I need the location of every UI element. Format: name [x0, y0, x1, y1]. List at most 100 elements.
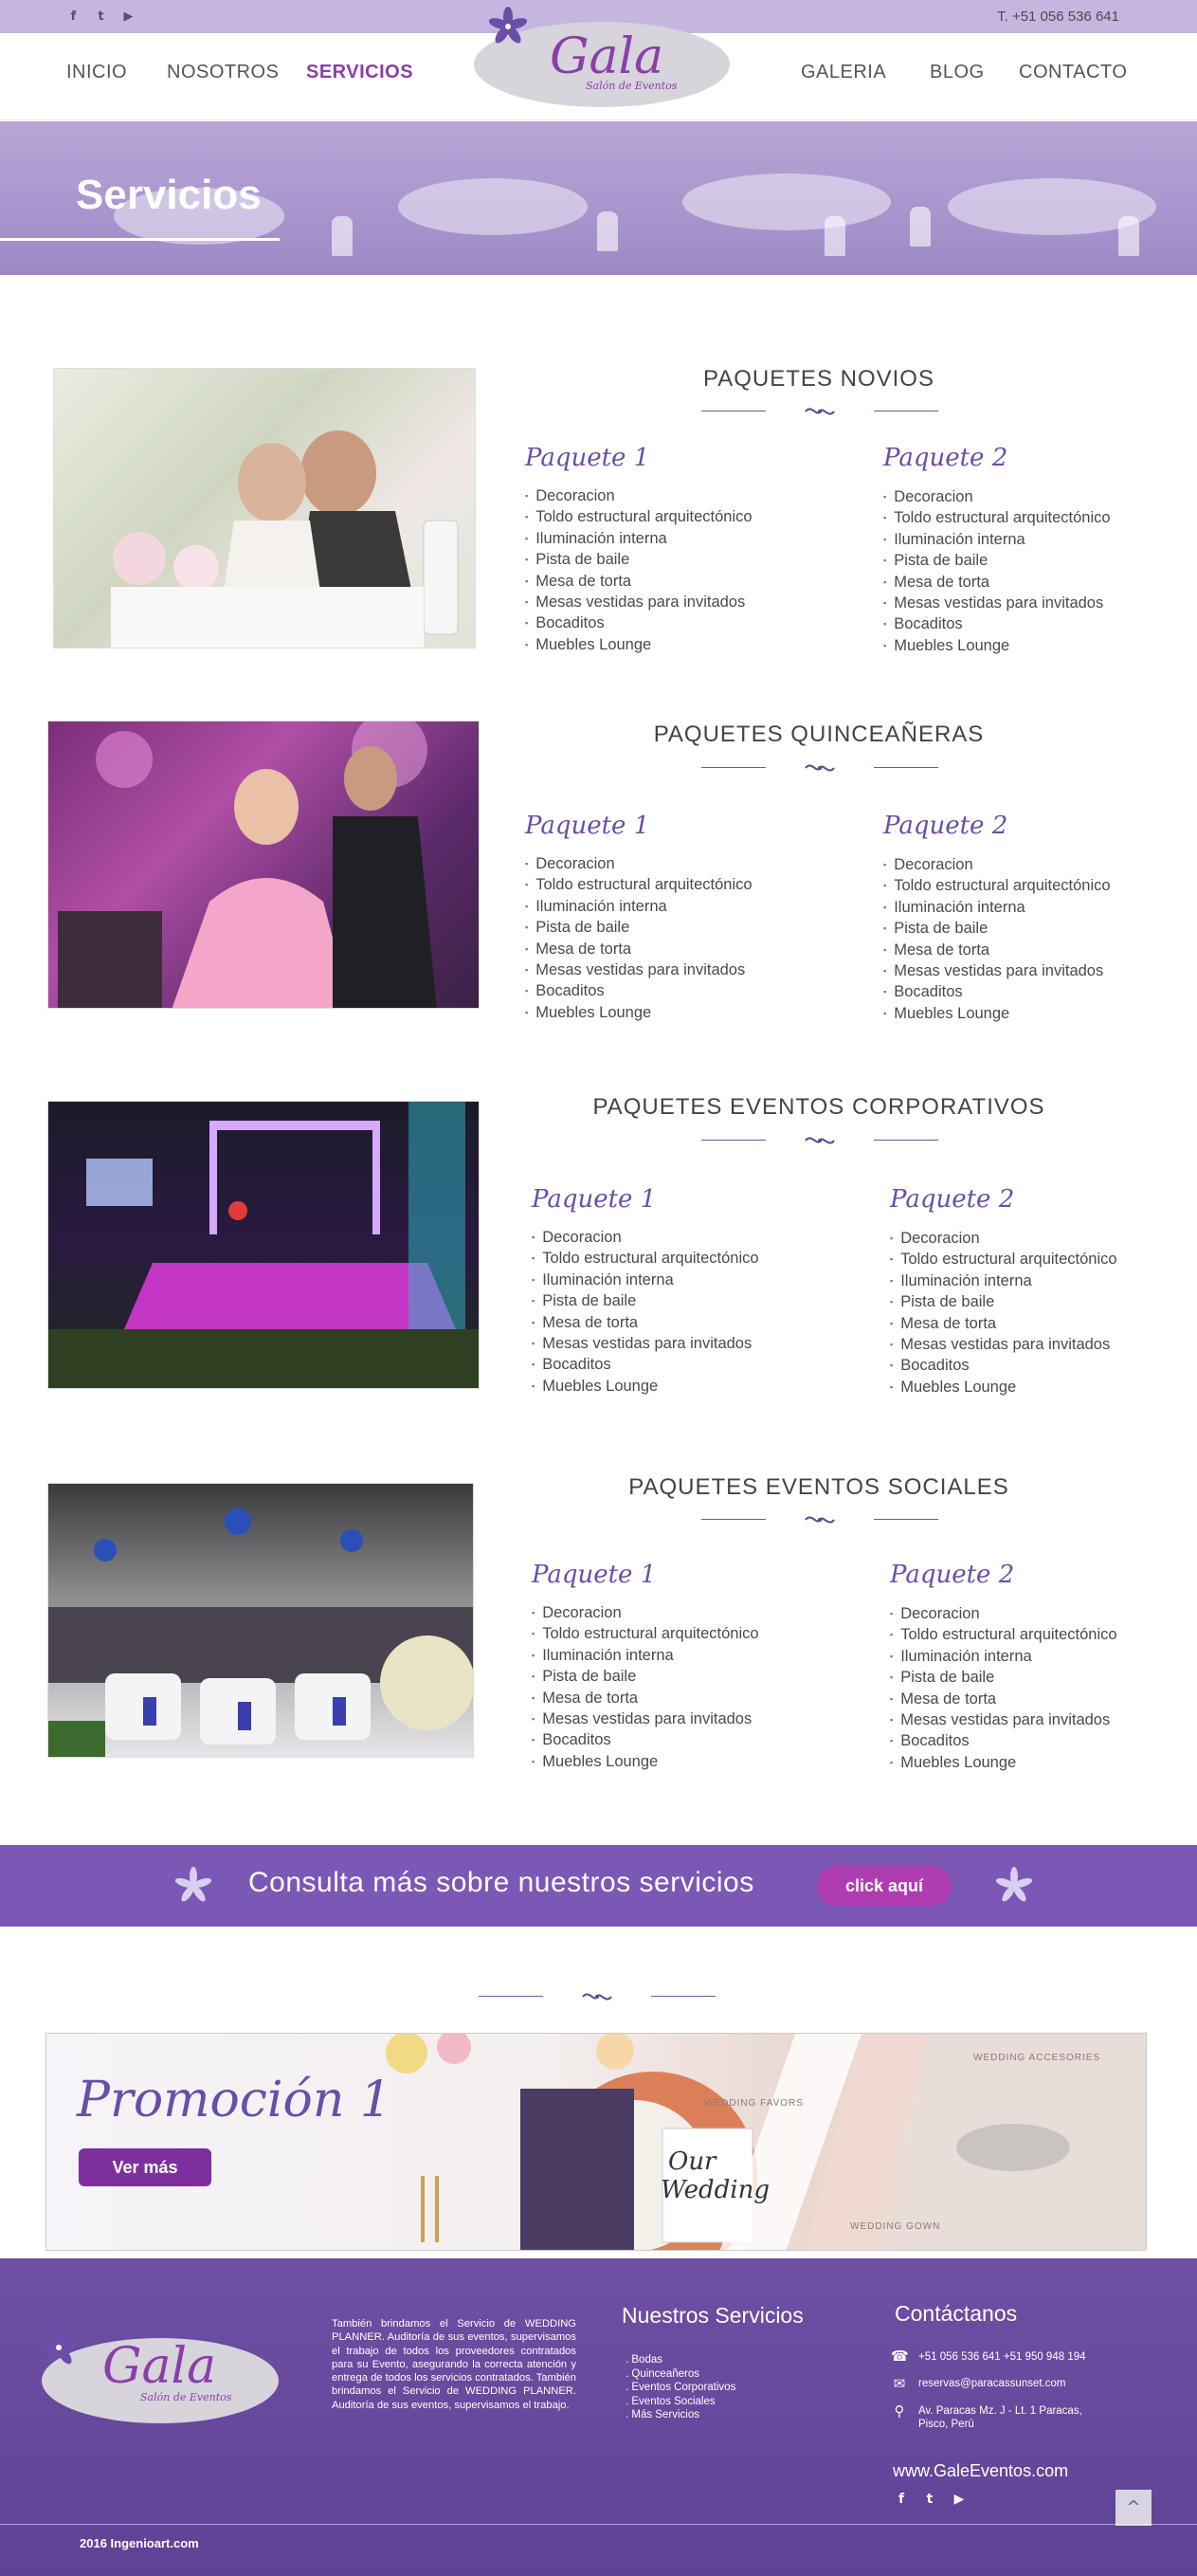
cta-text: Consulta más sobre nuestros servicios	[248, 1867, 754, 1898]
package-1-name: Paquete 1	[525, 812, 650, 840]
feature-item: Muebles Lounge	[883, 1004, 1111, 1025]
site-logo[interactable]: Gala Salón de Eventos	[474, 7, 730, 110]
feature-item: Decoracion	[525, 854, 753, 875]
cta-band: Consulta más sobre nuestros servicios cl…	[0, 1845, 1197, 1927]
footer-service-link[interactable]: . Eventos Corporativos	[626, 2381, 735, 2395]
social-event-illustration	[48, 1508, 473, 1757]
hero-chair-shape	[332, 216, 353, 256]
feature-item: Pista de baile	[525, 550, 753, 571]
feature-item: Iluminación interna	[890, 1647, 1117, 1668]
ornament-divider	[701, 1131, 938, 1150]
photo-sociales	[47, 1483, 474, 1758]
youtube-icon[interactable]: ▶	[952, 2492, 967, 2507]
footer-contact-title: Contáctanos	[895, 2301, 1018, 2326]
back-to-top-button[interactable]: ^	[1115, 2490, 1152, 2526]
nav-servicios[interactable]: SERVICIOS	[306, 62, 413, 83]
photo-quinceaneras	[47, 721, 480, 1009]
hero-underline	[0, 238, 280, 241]
ornament-divider	[701, 402, 938, 421]
footer-phones: +51 056 536 641 +51 950 948 194	[918, 2351, 1086, 2363]
ornament-divider	[479, 1987, 716, 2006]
feature-item: Mesa de torta	[890, 1314, 1117, 1335]
flower-icon	[995, 1867, 1033, 1902]
hero-table-shape	[682, 174, 891, 230]
youtube-icon[interactable]: ▶	[121, 9, 136, 24]
nav-blog[interactable]: BLOG	[930, 62, 985, 83]
flower-icon	[174, 1867, 212, 1902]
package-1-features: Decoracion Toldo estructural arquitectón…	[532, 1603, 759, 1773]
feature-item: Decoracion	[883, 487, 1111, 508]
facebook-icon[interactable]: f	[66, 9, 81, 24]
feature-item: Muebles Lounge	[890, 1753, 1117, 1774]
hero-chair-shape	[825, 216, 845, 256]
twitter-icon[interactable]: t	[922, 2492, 937, 2507]
feature-item: Mesa de torta	[883, 941, 1111, 961]
package-1-features: Decoracion Toldo estructural arquitectón…	[525, 486, 753, 656]
twitter-icon[interactable]: t	[94, 9, 108, 24]
feature-item: Pista de baile	[883, 551, 1111, 572]
flower-logo-icon	[488, 7, 528, 44]
feature-item: Muebles Lounge	[883, 636, 1111, 657]
feature-item: Toldo estructural arquitectónico	[525, 507, 752, 528]
wedding-card-line1: Our	[668, 2147, 716, 2176]
ornament-divider	[701, 758, 938, 777]
promo-illustration	[386, 2034, 1146, 2250]
ornament-divider	[701, 1510, 938, 1529]
hero-banner: Servicios	[0, 121, 1197, 275]
footer-logo-subtitle: Salón de Eventos	[140, 2391, 232, 2403]
wedding-card-line2: Wedding	[661, 2176, 770, 2204]
feature-item: Muebles Lounge	[532, 1377, 759, 1398]
footer-service-link[interactable]: . Bodas	[626, 2353, 735, 2367]
feature-item: Toldo estructural arquitectónico	[525, 875, 752, 896]
footer-services-title: Nuestros Servicios	[622, 2303, 804, 2328]
feature-item: Iluminación interna	[525, 897, 753, 918]
feature-item: Toldo estructural arquitectónico	[883, 508, 1110, 529]
package-2-name: Paquete 2	[890, 1561, 1015, 1589]
footer-service-link[interactable]: . Quinceañeros	[626, 2367, 735, 2382]
promo-label: WEDDING FAVORS	[704, 2098, 804, 2109]
section-title-novios: PAQUETES NOVIOS	[703, 366, 934, 392]
copyright: 2016 Ingenioart.com	[80, 2536, 199, 2550]
see-more-button[interactable]: Ver más	[79, 2148, 211, 2186]
footer-services-list: . Bodas . Quinceañeros . Eventos Corpora…	[626, 2353, 735, 2422]
footer-website[interactable]: www.GaleEventos.com	[893, 2461, 1068, 2481]
feature-item: Bocaditos	[890, 1731, 1117, 1752]
package-2-features: Decoracion Toldo estructural arquitectón…	[890, 1229, 1117, 1398]
hero-chair-shape	[1118, 216, 1139, 256]
footer-service-link[interactable]: . Más Servicios	[626, 2408, 735, 2422]
location-pin-icon: ⚲	[894, 2402, 905, 2420]
logo-name: Gala	[550, 28, 664, 85]
mail-icon: ✉	[893, 2375, 906, 2392]
nav-nosotros[interactable]: NOSOTROS	[167, 62, 279, 83]
footer-email[interactable]: reservas@paracassunset.com	[918, 2377, 1066, 2390]
section-title-corporativos: PAQUETES EVENTOS CORPORATIVOS	[592, 1094, 1045, 1120]
package-2-features: Decoracion Toldo estructural arquitectón…	[883, 855, 1111, 1025]
feature-item: Mesas vestidas para invitados	[532, 1334, 759, 1355]
feature-item: Iluminación interna	[525, 529, 753, 550]
nav-galeria[interactable]: GALERIA	[801, 62, 886, 83]
feature-item: Bocaditos	[890, 1356, 1117, 1377]
promo-banner[interactable]: WEDDING FAVORS WEDDING ACCESORIES WEDDIN…	[45, 2033, 1147, 2251]
feature-item: Toldo estructural arquitectónico	[890, 1250, 1116, 1270]
feature-item: Decoracion	[890, 1604, 1117, 1625]
nav-inicio[interactable]: INICIO	[66, 62, 127, 83]
corporate-event-illustration	[48, 1102, 479, 1388]
hero-chair-shape	[910, 207, 931, 247]
click-here-button[interactable]: click aquí	[817, 1866, 952, 1906]
feature-item: Iluminación interna	[890, 1271, 1117, 1292]
promo-label: WEDDING GOWN	[850, 2221, 941, 2232]
feature-item: Pista de baile	[883, 919, 1111, 940]
photo-novios	[53, 368, 476, 649]
feature-item: Muebles Lounge	[525, 635, 753, 656]
phone-icon: ☎	[891, 2348, 909, 2365]
feature-item: Pista de baile	[532, 1667, 759, 1688]
feature-item: Decoracion	[883, 855, 1111, 876]
feature-item: Mesa de torta	[525, 940, 753, 960]
footer-service-link[interactable]: . Eventos Sociales	[626, 2395, 735, 2409]
nav-contacto[interactable]: CONTACTO	[1019, 62, 1127, 83]
section-title-quinceaneras: PAQUETES QUINCEAÑERAS	[653, 722, 985, 747]
facebook-icon[interactable]: f	[894, 2492, 909, 2507]
feature-item: Mesa de torta	[890, 1690, 1117, 1710]
feature-item: Toldo estructural arquitectónico	[532, 1249, 758, 1270]
hero-chair-shape	[597, 211, 618, 251]
